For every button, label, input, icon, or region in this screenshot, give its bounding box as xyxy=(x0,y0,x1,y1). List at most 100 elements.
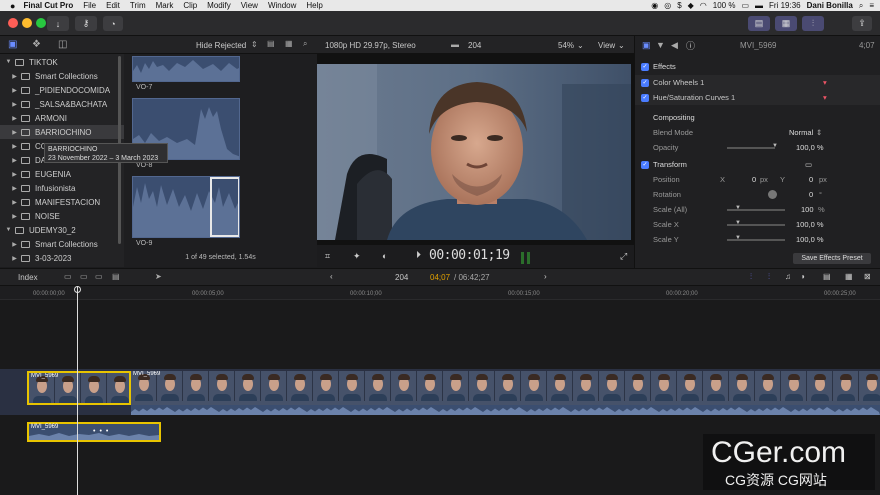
insert-clip-icon[interactable]: ▭ xyxy=(80,272,88,281)
libraries-icon[interactable]: ▣ xyxy=(8,39,17,50)
browser-search-icon[interactable]: ⌕ xyxy=(303,39,307,49)
event-item[interactable]: ▶ _PIDIENDOCOMIDA xyxy=(0,83,124,97)
color-board-icon[interactable]: ▾ xyxy=(823,78,827,87)
play-button[interactable]: ⏵ xyxy=(416,250,421,261)
library-item[interactable]: ▼ UDEMY30_2 xyxy=(0,223,124,237)
library-item[interactable]: ▼ TIKTOK xyxy=(0,55,124,69)
transform-checkbox[interactable]: ✓ xyxy=(641,160,649,169)
menu-item-help[interactable]: Help xyxy=(306,1,322,10)
keywords-button[interactable]: ⚷ xyxy=(75,16,97,31)
disclosure-closed-icon[interactable]: ▶ xyxy=(10,143,19,150)
playhead-handle[interactable] xyxy=(74,286,81,293)
disclosure-closed-icon[interactable]: ▶ xyxy=(10,115,19,122)
speed-icon[interactable]: ◐ xyxy=(382,251,387,261)
audio-skimming-icon[interactable]: ♫ xyxy=(785,272,791,281)
select-tool-icon[interactable]: ➤ xyxy=(155,272,162,281)
clock[interactable]: Fri 19:36 xyxy=(769,1,801,10)
skimming-icon[interactable]: ⫶ xyxy=(750,272,752,282)
audio-clip[interactable]: MVI_5969 ••• xyxy=(27,422,161,442)
close-window-button[interactable] xyxy=(8,18,18,28)
event-item[interactable]: ▶ MANIFESTACION xyxy=(0,195,124,209)
menu-item-file[interactable]: File xyxy=(83,1,96,10)
photos-icon[interactable]: ❖ xyxy=(32,39,41,50)
clip-thumbnail[interactable] xyxy=(132,56,240,82)
position-x-value[interactable]: 0 xyxy=(752,175,756,184)
effect-row[interactable]: ✓ Color Wheels 1 ▾ xyxy=(635,75,880,90)
disclosure-closed-icon[interactable]: ▶ xyxy=(10,171,19,178)
disclosure-open-icon[interactable]: ▼ xyxy=(4,227,13,233)
effects-browser-icon[interactable]: ▦ xyxy=(845,272,853,281)
disclosure-closed-icon[interactable]: ▶ xyxy=(10,255,19,262)
event-item[interactable]: ▶ 3-03-2023 xyxy=(0,251,124,265)
menu-item-modify[interactable]: Modify xyxy=(207,1,231,10)
disclosure-closed-icon[interactable]: ▶ xyxy=(10,101,19,108)
clip-filter-menu[interactable]: Hide Rejected xyxy=(196,41,246,50)
forward-arrow-icon[interactable]: › xyxy=(544,272,547,281)
connect-clip-icon[interactable]: ▤ xyxy=(112,272,120,281)
menu-item-mark[interactable]: Mark xyxy=(156,1,174,10)
minimize-window-button[interactable] xyxy=(22,18,32,28)
event-item[interactable]: ▶ NOISE xyxy=(0,209,124,223)
disclosure-closed-icon[interactable]: ▶ xyxy=(10,213,19,220)
timeline-layout-button[interactable]: ▦ xyxy=(775,16,797,31)
effects-checkbox[interactable]: ✓ xyxy=(641,62,649,71)
shield-icon[interactable]: ◆ xyxy=(688,1,694,10)
overwrite-clip-icon[interactable]: ▭ xyxy=(95,272,103,281)
effect-checkbox[interactable]: ✓ xyxy=(641,93,649,102)
disclosure-closed-icon[interactable]: ▶ xyxy=(10,185,19,192)
transitions-browser-icon[interactable]: ⊠ xyxy=(864,272,871,281)
color-inspector-icon[interactable]: ▼ xyxy=(656,40,665,50)
back-arrow-icon[interactable]: ‹ xyxy=(330,272,333,281)
event-item[interactable]: ▶ EUGENIA xyxy=(0,167,124,181)
dollar-icon[interactable]: $ xyxy=(677,1,681,10)
event-item[interactable]: ▶ _SALSA&BACHATA xyxy=(0,97,124,111)
apple-icon[interactable]: ● xyxy=(10,1,15,11)
color-board-icon[interactable]: ▾ xyxy=(823,93,827,102)
video-frame[interactable] xyxy=(317,64,631,240)
playhead[interactable] xyxy=(77,286,78,495)
menu-item-window[interactable]: Window xyxy=(268,1,296,10)
wifi-icon[interactable]: ◠ xyxy=(700,1,707,10)
disclosure-closed-icon[interactable]: ▶ xyxy=(10,129,19,136)
smart-collection-item[interactable]: ▶ Smart Collections xyxy=(0,69,124,83)
effect-row[interactable]: ✓ Hue/Saturation Curves 1 ▾ xyxy=(635,90,880,105)
background-tasks-button[interactable]: ◔ xyxy=(103,16,123,31)
event-item[interactable]: ▶ BARRIOCHINO xyxy=(0,125,124,139)
opacity-value[interactable]: 100,0 % xyxy=(796,143,824,152)
smart-collection-item[interactable]: ▶ Smart Collections xyxy=(0,237,124,251)
effect-checkbox[interactable]: ✓ xyxy=(641,78,649,87)
disclosure-open-icon[interactable]: ▼ xyxy=(4,59,13,65)
timeline-clip[interactable]: MVI_5969 xyxy=(27,371,131,405)
solo-icon[interactable]: ◑ xyxy=(800,272,805,281)
event-item[interactable]: ▶ Infusionista xyxy=(0,181,124,195)
onscreen-control-icon[interactable]: ▭ xyxy=(805,160,812,169)
clip-appearance-icon[interactable]: ▤ xyxy=(823,272,831,281)
snapping-icon[interactable]: ⫶ xyxy=(768,272,770,282)
save-effects-preset-button[interactable]: Save Effects Preset xyxy=(793,253,871,264)
menu-item-clip[interactable]: Clip xyxy=(183,1,197,10)
timecode-display[interactable]: 00:00:01;19 xyxy=(429,248,510,263)
disclosure-closed-icon[interactable]: ▶ xyxy=(10,73,19,80)
scale-x-value[interactable]: 100,0 % xyxy=(796,220,824,229)
scale-y-value[interactable]: 100,0 % xyxy=(796,235,824,244)
scale-all-value[interactable]: 100 xyxy=(801,205,814,214)
scale-x-slider-knob[interactable]: ▼ xyxy=(735,220,741,226)
inspector-layout-button[interactable]: ⫶ xyxy=(802,16,824,31)
timeline[interactable]: MVI_5969 MVI_5969 MVI_5969 ••• CGer.com … xyxy=(0,286,880,495)
import-button[interactable]: ↓ xyxy=(47,16,69,31)
append-clip-icon[interactable]: ▭ xyxy=(64,272,72,281)
enhance-icon[interactable]: ✦ xyxy=(353,251,361,262)
rotation-dial[interactable] xyxy=(768,190,777,199)
search-icon[interactable]: ⌕ xyxy=(859,1,863,11)
disclosure-closed-icon[interactable]: ▶ xyxy=(10,199,19,206)
control-center-icon[interactable]: ≡ xyxy=(869,1,874,10)
titles-icon[interactable]: ◫ xyxy=(58,39,67,50)
disclosure-closed-icon[interactable]: ▶ xyxy=(10,87,19,94)
disclosure-closed-icon[interactable]: ▶ xyxy=(10,241,19,248)
info-inspector-icon[interactable]: ⓘ xyxy=(686,39,695,52)
scale-all-slider-knob[interactable]: ▼ xyxy=(735,205,741,211)
timeline-index-button[interactable]: Index xyxy=(18,273,38,282)
share-button[interactable]: ⇪ xyxy=(852,16,872,31)
record-icon[interactable]: ◉ xyxy=(651,1,658,10)
disclosure-closed-icon[interactable]: ▶ xyxy=(10,157,19,164)
